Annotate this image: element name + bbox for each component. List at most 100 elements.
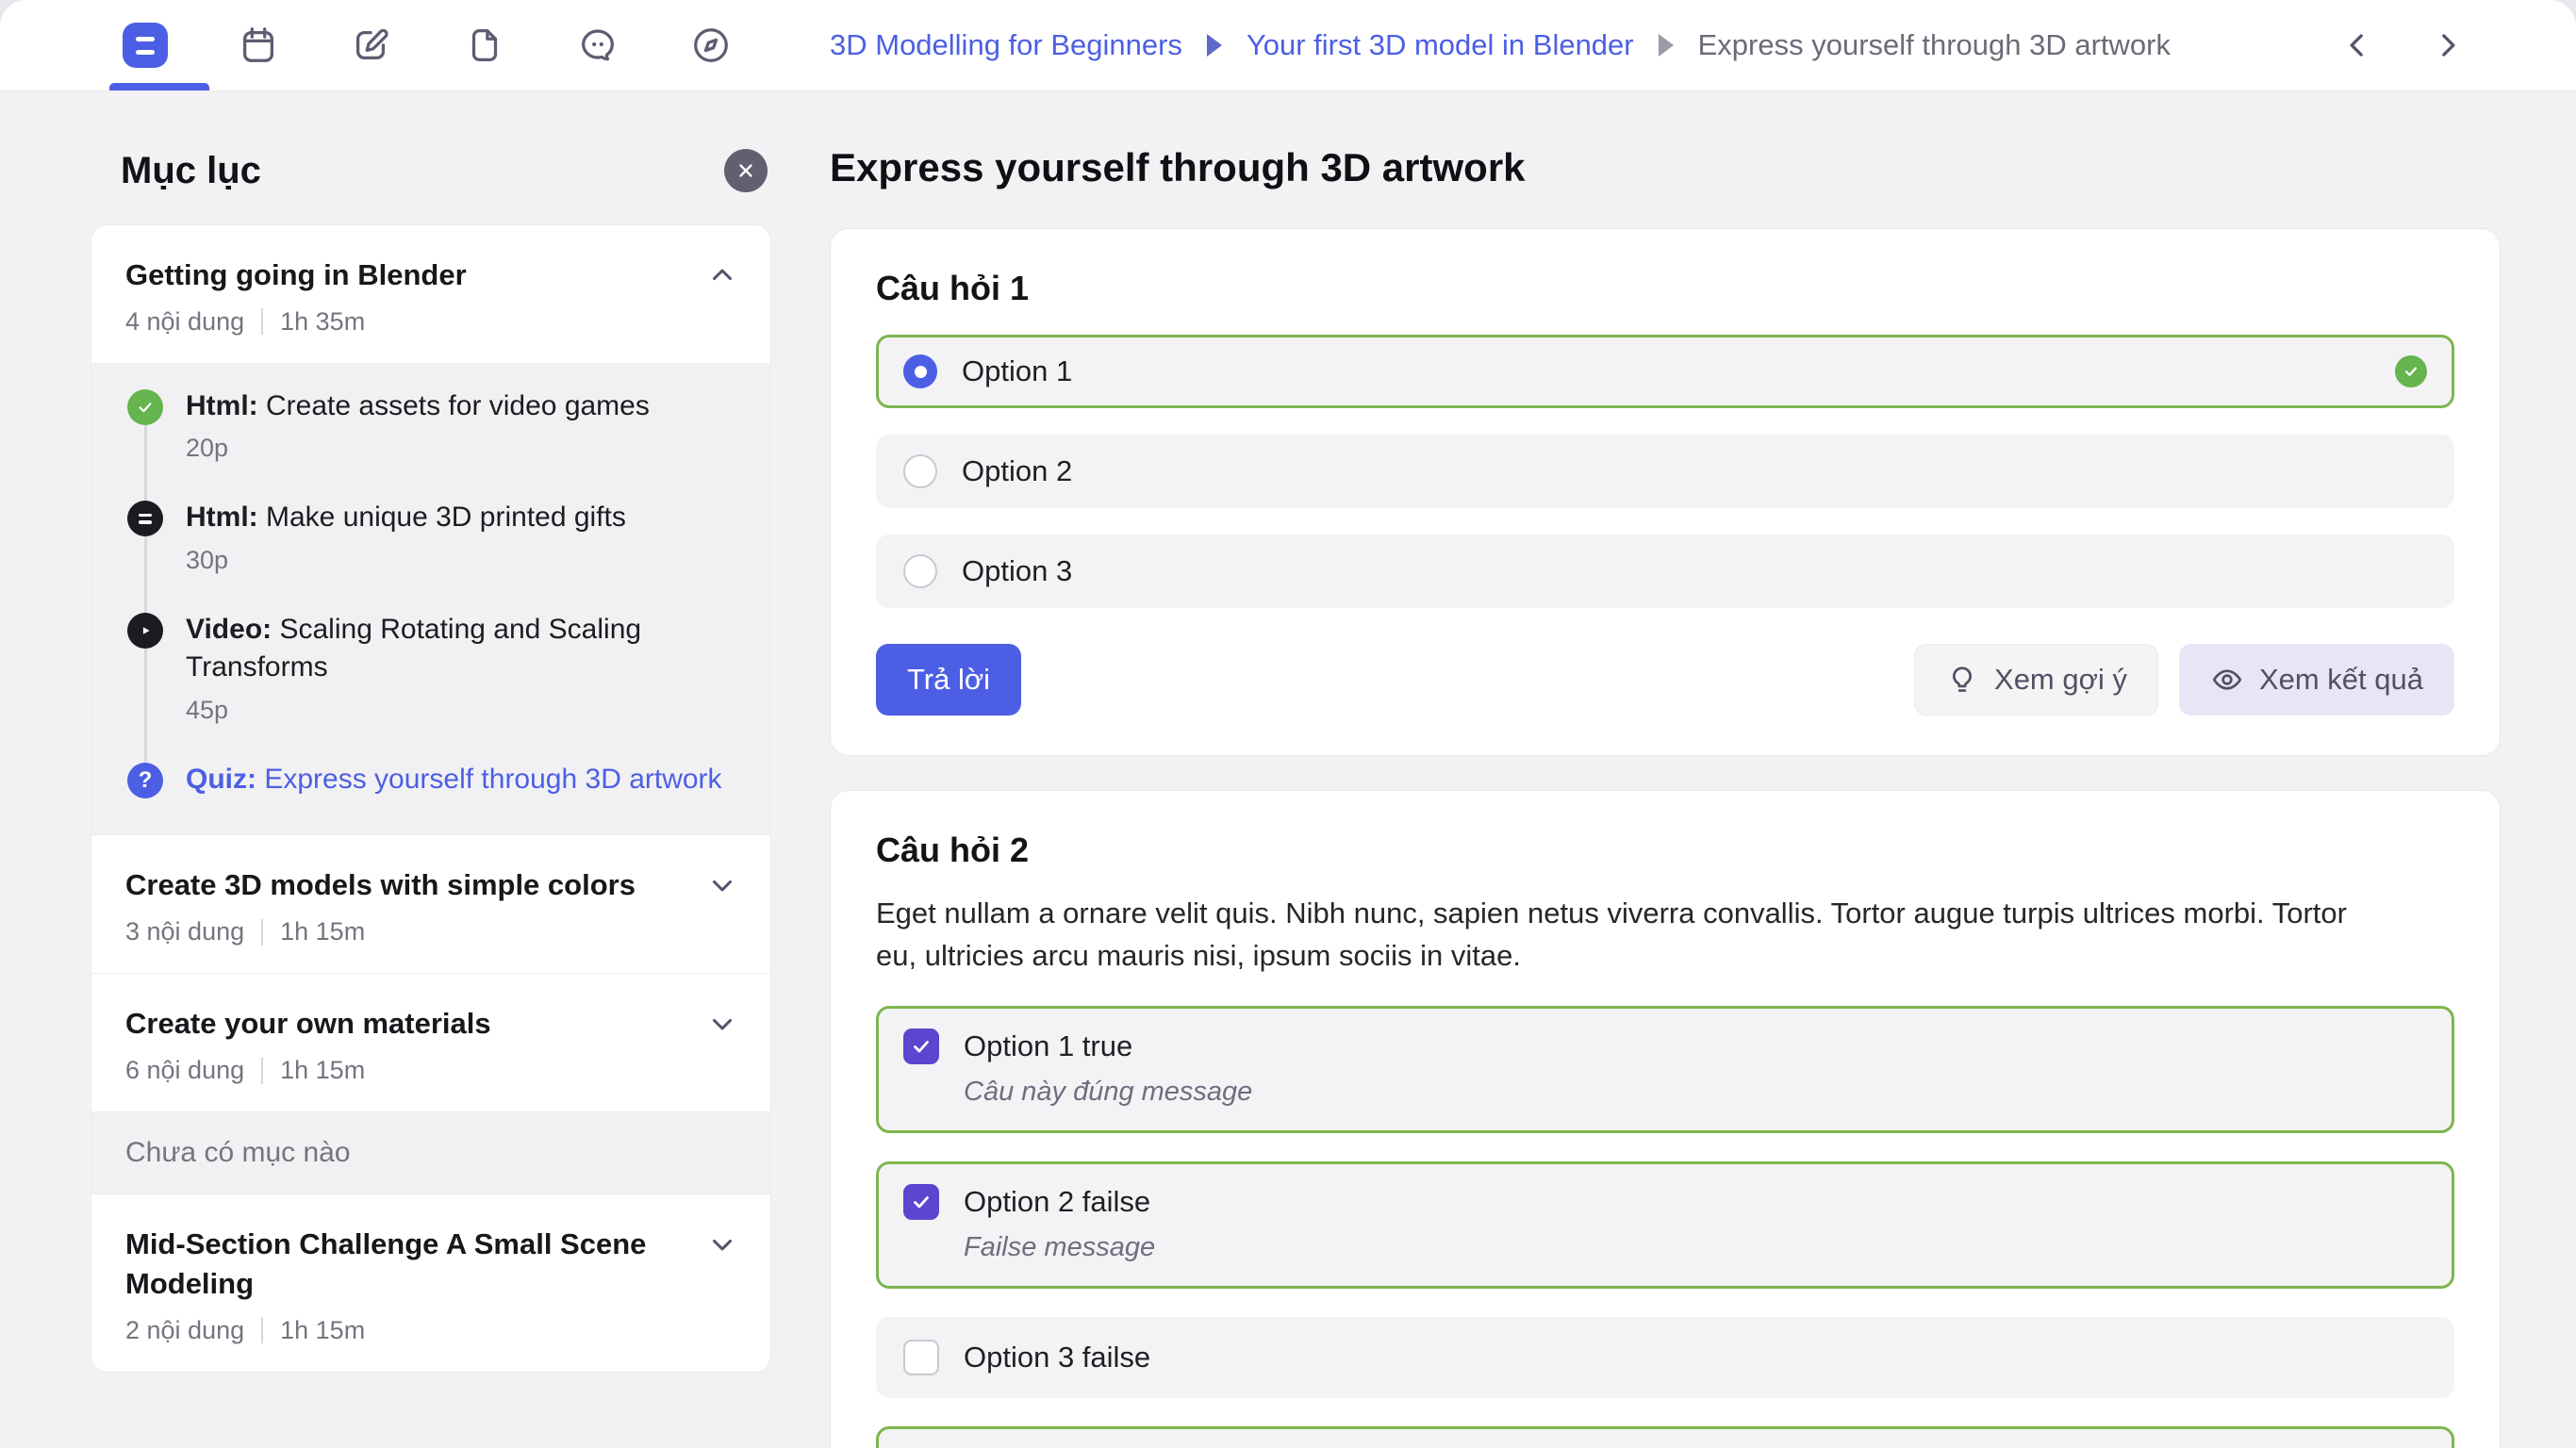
toc-item-lesson[interactable]: Html: Make unique 3D printed gifts 30p: [127, 499, 742, 575]
answer-button[interactable]: Trả lời: [876, 644, 1021, 716]
eye-icon: [2210, 663, 2244, 697]
quiz-content: Express yourself through 3D artwork Câu …: [830, 141, 2501, 1448]
section-duration: 1h 15m: [280, 1056, 365, 1085]
tab-edit[interactable]: [349, 23, 394, 68]
sidebar-title: Mục lục: [121, 150, 261, 192]
toc-empty-section: Chưa có mục nào: [91, 1111, 770, 1193]
toc-item-quiz-active[interactable]: ? Quiz: Express yourself through 3D artw…: [127, 761, 742, 799]
answer-button-label: Trả lời: [907, 663, 990, 697]
section-title: Create your own materials: [125, 1004, 736, 1044]
view-result-label: Xem kết quả: [2259, 663, 2423, 697]
option-label: Option 3: [962, 554, 1072, 588]
section-duration: 1h 15m: [280, 1316, 365, 1345]
close-sidebar-button[interactable]: [724, 149, 768, 192]
section-count: 4 nội dung: [125, 307, 244, 337]
option-label: Option 2 failse: [964, 1185, 1150, 1219]
chevron-down-icon: [706, 1228, 738, 1260]
toc-item-lesson[interactable]: Video: Scaling Rotating and Scaling Tran…: [127, 611, 742, 725]
chevron-down-icon: [706, 869, 738, 901]
question-2-heading: Câu hỏi 2: [876, 831, 2454, 870]
view-hint-label: Xem gợi ý: [1994, 663, 2127, 697]
item-duration: 45p: [186, 696, 742, 725]
item-duration: 20p: [186, 434, 650, 463]
toc-section-header[interactable]: Getting going in Blender 4 nội dung 1h 3…: [91, 225, 770, 363]
chat-icon: [576, 24, 619, 67]
checkbox-option-1[interactable]: Option 1 true Câu này đúng message: [876, 1006, 2454, 1133]
section-count: 2 nội dung: [125, 1316, 244, 1345]
question-2-description: Eget nullam a ornare velit quis. Nibh nu…: [876, 893, 2347, 978]
checkbox-unchecked-icon[interactable]: [903, 1340, 939, 1375]
option-feedback-message: Câu này đúng message: [964, 1077, 2427, 1108]
radio-unselected-icon[interactable]: [903, 554, 937, 588]
question-2-card: Câu hỏi 2 Eget nullam a ornare velit qui…: [830, 790, 2501, 1448]
tab-compass[interactable]: [688, 23, 734, 68]
section-count: 6 nội dung: [125, 1056, 244, 1085]
page-title: Express yourself through 3D artwork: [830, 141, 2501, 194]
item-title: Make unique 3D printed gifts: [266, 502, 626, 533]
breadcrumb-lesson-link[interactable]: Your first 3D model in Blender: [1247, 28, 1634, 62]
active-tab-indicator: [109, 83, 209, 90]
checkbox-option-4[interactable]: Option 4 true: [876, 1426, 2454, 1448]
breadcrumb-separator-icon: [1659, 34, 1674, 57]
item-duration: 30p: [186, 546, 626, 575]
breadcrumb: 3D Modelling for Beginners Your first 3D…: [830, 0, 2171, 90]
breadcrumb-course-link[interactable]: 3D Modelling for Beginners: [830, 28, 1182, 62]
tab-file[interactable]: [462, 23, 507, 68]
chevron-down-icon: [706, 1008, 738, 1040]
question-circle-icon: ?: [127, 763, 163, 798]
pager-nav: [2338, 0, 2467, 90]
question-1-heading: Câu hỏi 1: [876, 269, 2454, 308]
tab-chat[interactable]: [575, 23, 620, 68]
checkbox-option-3[interactable]: Option 3 failse: [876, 1317, 2454, 1398]
item-type: Video:: [186, 614, 272, 645]
app-window: 3D Modelling for Beginners Your first 3D…: [0, 0, 2576, 1448]
chevron-left-icon[interactable]: [2338, 26, 2376, 64]
meta-divider: [261, 308, 263, 335]
checkbox-option-2[interactable]: Option 2 failse Failse message: [876, 1161, 2454, 1289]
close-icon: [735, 160, 756, 181]
meta-divider: [261, 919, 263, 946]
checkbox-checked-icon[interactable]: [903, 1184, 939, 1220]
toc-card: Getting going in Blender 4 nội dung 1h 3…: [91, 224, 771, 1373]
tab-table-of-contents[interactable]: [123, 23, 168, 68]
toc-section-header[interactable]: Create 3D models with simple colors 3 nộ…: [91, 834, 770, 973]
chevron-up-icon: [706, 259, 738, 291]
check-circle-icon: [127, 389, 163, 425]
item-title: Create assets for video games: [266, 390, 650, 421]
radio-option-3[interactable]: Option 3: [876, 535, 2454, 608]
toc-item-lesson[interactable]: Html: Create assets for video games 20p: [127, 387, 742, 464]
toc-section-header[interactable]: Mid-Section Challenge A Small Scene Mode…: [91, 1193, 770, 1372]
radio-unselected-icon[interactable]: [903, 454, 937, 488]
file-icon: [463, 24, 506, 67]
radio-option-2[interactable]: Option 2: [876, 435, 2454, 508]
meta-divider: [261, 1317, 263, 1343]
item-type: Quiz:: [186, 764, 256, 795]
edit-icon: [350, 24, 393, 67]
section-count: 3 nội dung: [125, 917, 244, 946]
view-hint-button[interactable]: Xem gợi ý: [1914, 644, 2158, 716]
radio-option-1[interactable]: Option 1: [876, 335, 2454, 408]
radio-selected-icon[interactable]: [903, 354, 937, 388]
toc-section-header[interactable]: Create your own materials 6 nội dung 1h …: [91, 973, 770, 1111]
play-circle-icon: [127, 613, 163, 649]
option-label: Option 1 true: [964, 1029, 1132, 1063]
view-result-button[interactable]: Xem kết quả: [2179, 644, 2454, 716]
item-type: Html:: [186, 502, 258, 533]
breadcrumb-current-page: Express yourself through 3D artwork: [1698, 28, 2171, 62]
section-title: Mid-Section Challenge A Small Scene Mode…: [125, 1225, 736, 1304]
lightbulb-icon: [1945, 663, 1979, 697]
table-of-contents-panel: Mục lục Getting going in Blender 4 nội d…: [91, 141, 771, 1373]
meta-divider: [261, 1058, 263, 1084]
breadcrumb-separator-icon: [1207, 34, 1222, 57]
toc-item-list: Html: Create assets for video games 20p …: [91, 363, 770, 835]
checkbox-checked-icon[interactable]: [903, 1028, 939, 1064]
option-label: Option 2: [962, 454, 1072, 488]
correct-check-icon: [2395, 355, 2427, 387]
compass-icon: [689, 24, 733, 67]
section-title: Create 3D models with simple colors: [125, 865, 736, 905]
chevron-right-icon[interactable]: [2429, 26, 2467, 64]
toc-icon: [123, 23, 168, 68]
section-title: Getting going in Blender: [125, 255, 736, 295]
tab-calendar[interactable]: [236, 23, 281, 68]
question-1-card: Câu hỏi 1 Option 1 Option 2 Option 3 Trả…: [830, 228, 2501, 756]
